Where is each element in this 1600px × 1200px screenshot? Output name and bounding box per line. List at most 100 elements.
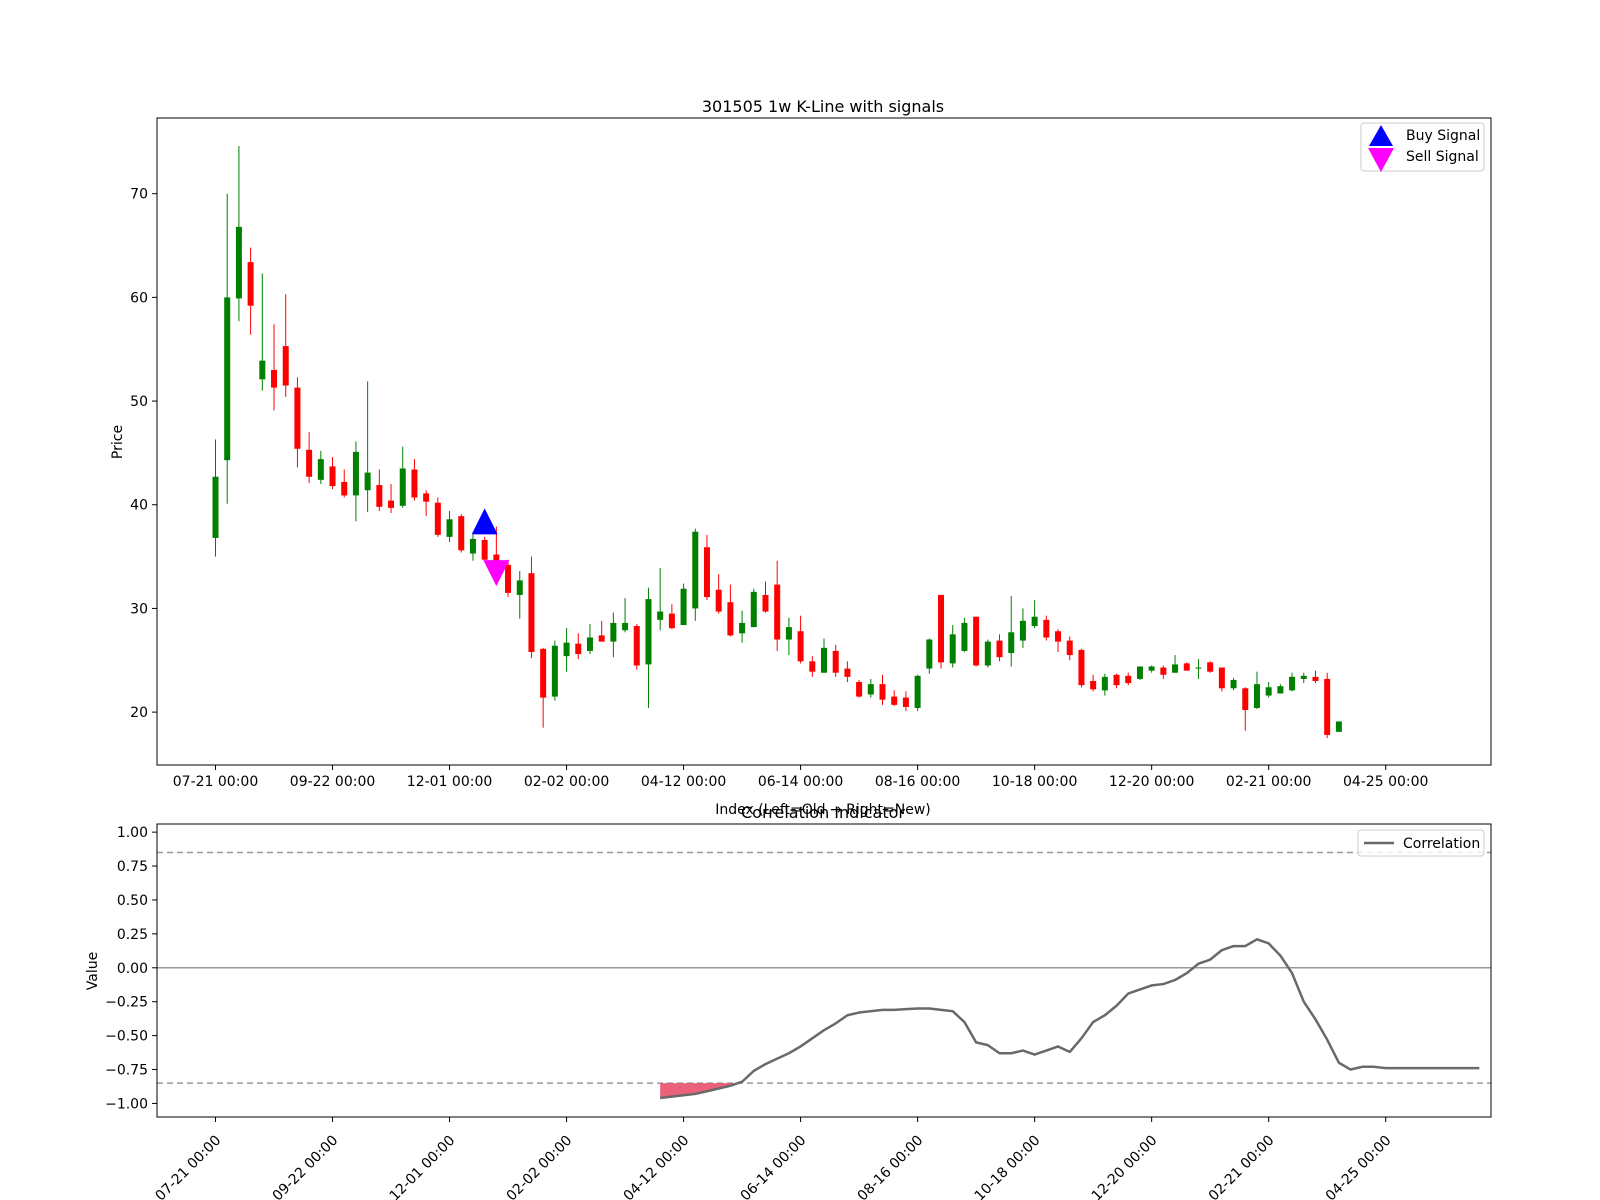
- correlation-title: Correlation Indicator: [741, 803, 905, 822]
- candle-body: [259, 360, 266, 380]
- candle-body: [598, 635, 605, 642]
- correlation-x-tick-label: 08-16 00:00: [855, 1133, 927, 1200]
- candle-body: [891, 696, 898, 705]
- correlation-y-tick-label: −0.50: [105, 1029, 148, 1045]
- kline-x-tick-label: 07-21 00:00: [173, 774, 258, 790]
- kline-x-tick-label: 09-22 00:00: [290, 774, 375, 790]
- candle-body: [938, 594, 945, 663]
- candle-body: [668, 613, 675, 629]
- candle-body: [809, 661, 816, 672]
- correlation-y-tick-label: 0.75: [117, 859, 148, 875]
- kline-x-tick-label: 12-01 00:00: [407, 774, 492, 790]
- correlation-y-tick-label: 0.00: [117, 961, 148, 977]
- candle-body: [996, 640, 1003, 658]
- candle-body: [926, 639, 933, 669]
- candle-body: [622, 622, 629, 631]
- candle-body: [902, 697, 909, 707]
- kline-y-tick-label: 30: [130, 601, 148, 617]
- candle-body: [352, 451, 359, 496]
- correlation-x-tick-label: 12-20 00:00: [1089, 1133, 1161, 1200]
- correlation-y-tick-label: 0.50: [117, 893, 148, 909]
- correlation-y-tick-label: −1.00: [105, 1096, 148, 1112]
- candle-body: [633, 626, 640, 666]
- kline-y-ticks: 20 30 40 50 60 70: [130, 187, 157, 721]
- candle-body: [1101, 676, 1108, 691]
- correlation-y-tick-label: −0.75: [105, 1063, 148, 1079]
- correlation-x-tick-label: 12-01 00:00: [387, 1133, 459, 1200]
- candle-body: [282, 346, 289, 386]
- kline-ylabel: Price: [110, 425, 126, 459]
- candle-body: [1277, 686, 1284, 694]
- candle-body: [867, 684, 874, 695]
- kline-plot-content: [212, 145, 1342, 739]
- candle-body: [1148, 666, 1155, 671]
- candle-body: [1207, 662, 1214, 672]
- candle-body: [832, 650, 839, 673]
- kline-x-tick-label: 04-12 00:00: [641, 774, 726, 790]
- candle-body: [364, 472, 371, 491]
- correlation-y-ticks: −1.00 −0.75 −0.50 −0.25 0.00 0.25 0.50 0.75 1.00: [105, 825, 157, 1112]
- correlation-plot-content: [157, 851, 1491, 1100]
- candle-body: [785, 627, 792, 640]
- correlation-x-tick-label: 04-25 00:00: [1323, 1133, 1395, 1200]
- candle-body: [388, 500, 395, 508]
- candle-body: [821, 647, 827, 673]
- candle-body: [762, 594, 769, 612]
- candle-body: [563, 642, 570, 657]
- correlation-panel: Correlation Indicator −1.00 −0.75 −0.50 −0.…: [85, 803, 1492, 1200]
- kline-x-tick-label: 02-02 00:00: [524, 774, 609, 790]
- candle-body: [1090, 681, 1097, 690]
- candle-body: [1230, 679, 1237, 689]
- candle-body: [247, 262, 254, 306]
- kline-title: 301505 1w K-Line with signals: [702, 97, 944, 116]
- candle-body: [1031, 616, 1038, 627]
- candle-body: [961, 622, 968, 651]
- kline-legend: Buy Signal Sell Signal: [1360, 122, 1485, 172]
- kline-x-ticks: 07-21 00:00 09-22 00:00 12-01 00:00 02-02 0…: [173, 765, 1428, 790]
- kline-y-tick-label: 20: [130, 705, 148, 721]
- candle-body: [212, 476, 219, 538]
- candle-body: [505, 564, 512, 593]
- candle-body: [750, 591, 757, 628]
- candle-body: [434, 502, 441, 535]
- candle-body: [973, 616, 980, 666]
- candle-body: [411, 469, 418, 498]
- candle-body: [879, 684, 886, 700]
- correlation-legend: Correlation: [1357, 829, 1485, 857]
- candle-body: [399, 468, 406, 506]
- candle-body: [586, 637, 593, 651]
- candle-body: [703, 547, 710, 598]
- candle-body: [914, 675, 921, 708]
- correlation-y-tick-label: 1.00: [117, 825, 148, 841]
- candle-body: [1066, 640, 1073, 656]
- candle-body: [1242, 688, 1249, 711]
- candle-body: [469, 538, 476, 554]
- candle-body: [1043, 619, 1050, 638]
- candle-body: [949, 634, 956, 664]
- candle-body: [1195, 667, 1202, 669]
- candle-body: [446, 519, 453, 537]
- candle-body: [727, 602, 734, 636]
- correlation-y-tick-label: 0.25: [117, 927, 148, 943]
- candle-body: [1136, 666, 1143, 679]
- candle-body: [1253, 684, 1260, 708]
- candle-body: [341, 481, 348, 496]
- correlation-ylabel: Value: [85, 952, 101, 990]
- candle-body: [739, 622, 746, 634]
- candle-body: [271, 369, 278, 388]
- candle-body: [1019, 620, 1026, 641]
- candle-body: [1183, 663, 1190, 671]
- candle-body: [540, 648, 547, 698]
- candle-body: [551, 645, 558, 697]
- candle-body: [1218, 667, 1225, 689]
- correlation-x-tick-label: 02-02 00:00: [504, 1133, 576, 1200]
- candle-body: [1160, 667, 1167, 675]
- candle-body: [329, 466, 336, 487]
- candle-body: [774, 584, 781, 640]
- kline-x-tick-label: 02-21 00:00: [1226, 774, 1311, 790]
- candle-body: [797, 631, 804, 662]
- correlation-x-tick-label: 04-12 00:00: [621, 1133, 693, 1200]
- kline-x-tick-label: 06-14 00:00: [758, 774, 843, 790]
- candle-body: [317, 459, 324, 480]
- candle-body: [856, 682, 863, 697]
